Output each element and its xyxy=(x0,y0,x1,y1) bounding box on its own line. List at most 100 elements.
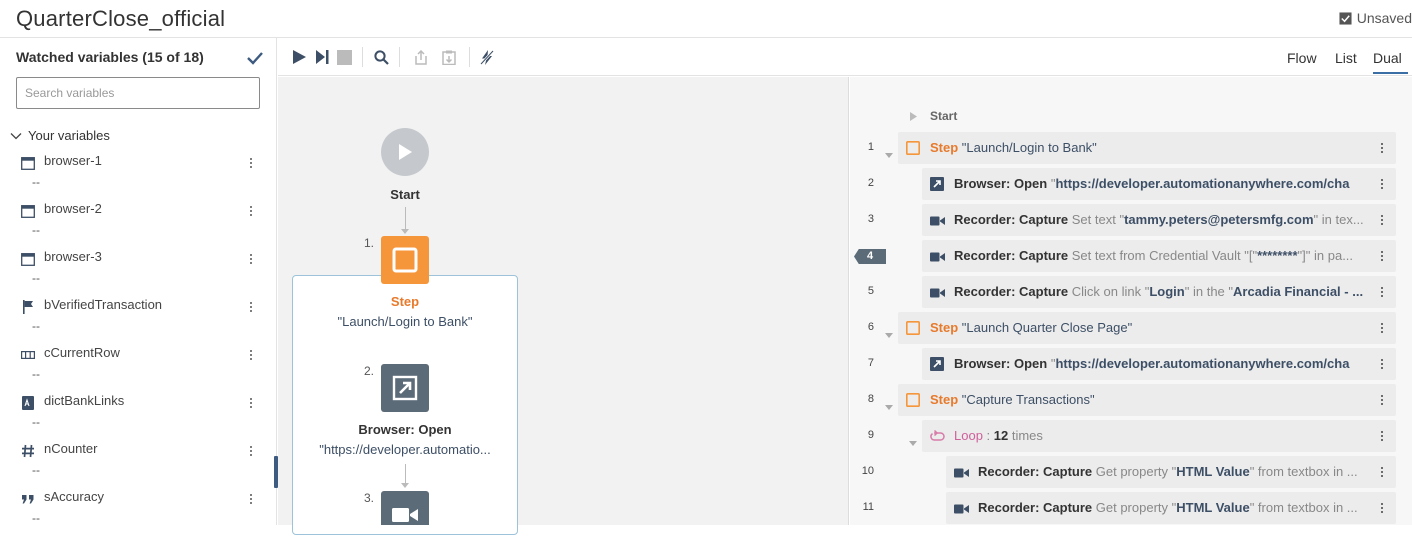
action-label: Loop xyxy=(954,428,983,443)
action-label: Browser: Open xyxy=(954,176,1048,191)
variable-menu-button[interactable] xyxy=(245,395,257,411)
collapse-caret-icon[interactable] xyxy=(885,145,893,158)
variable-value: -- xyxy=(32,463,40,477)
browser-open-node[interactable] xyxy=(381,364,429,412)
disable-button[interactable] xyxy=(479,49,495,65)
action-post: " in the " xyxy=(1184,284,1234,299)
line-number: 5 xyxy=(867,285,874,297)
tab-dual[interactable]: Dual xyxy=(1373,50,1408,74)
your-variables-toggle[interactable]: Your variables xyxy=(10,128,110,143)
loop-icon xyxy=(930,429,945,443)
step-name: "Capture Transactions" xyxy=(961,392,1095,407)
list-view-panel: Start 1 Step "Launch/Login to Bank" 2 Brows… xyxy=(850,77,1412,525)
step3-number: 3. xyxy=(364,491,375,505)
export-icon xyxy=(415,49,427,65)
row-menu-button[interactable] xyxy=(1380,212,1384,228)
variable-name: browser-2 xyxy=(44,201,102,216)
row-menu-button[interactable] xyxy=(1380,248,1384,264)
action-row[interactable]: Recorder: Capture Click on link "Login" … xyxy=(922,276,1396,308)
variable-menu-button[interactable] xyxy=(245,443,257,459)
action-row[interactable]: Step "Capture Transactions" xyxy=(898,384,1396,416)
search-button[interactable] xyxy=(373,49,389,65)
row-menu-button[interactable] xyxy=(1380,392,1384,408)
row-menu-button[interactable] xyxy=(1380,176,1384,192)
import-button[interactable] xyxy=(441,49,457,65)
line-number: 11 xyxy=(862,501,874,513)
variable-menu-button[interactable] xyxy=(245,251,257,267)
variable-menu-button[interactable] xyxy=(245,491,257,507)
line-number: 10 xyxy=(861,465,874,477)
action-row[interactable]: Recorder: Capture Get property "HTML Val… xyxy=(946,492,1396,524)
variable-item[interactable]: bVerifiedTransaction -- xyxy=(20,297,270,345)
variable-name: sAccuracy xyxy=(44,489,104,504)
variable-value: -- xyxy=(32,319,40,333)
export-button[interactable] xyxy=(413,49,429,65)
variable-menu-button[interactable] xyxy=(245,155,257,171)
action-row[interactable]: Recorder: Capture Set text from Credenti… xyxy=(922,240,1396,272)
variable-item[interactable]: cCurrentRow -- xyxy=(20,345,270,393)
step2-number: 2. xyxy=(364,364,375,378)
video-camera-icon xyxy=(930,285,945,299)
row-menu-button[interactable] xyxy=(1380,464,1384,480)
row-menu-button[interactable] xyxy=(1380,500,1384,516)
variable-item[interactable]: browser-3 -- xyxy=(20,249,270,297)
row-menu-button[interactable] xyxy=(1380,356,1384,372)
panel-splitter[interactable] xyxy=(274,456,278,488)
step-button[interactable] xyxy=(314,49,330,65)
row-menu-button[interactable] xyxy=(1380,320,1384,336)
title-bar: QuarterClose_official Unsaved xyxy=(0,0,1412,38)
recorder-node[interactable] xyxy=(381,491,429,525)
collapse-caret-icon[interactable] xyxy=(885,325,893,338)
variable-item[interactable]: browser-1 -- xyxy=(20,153,270,201)
step-name: "Launch/Login to Bank" xyxy=(961,140,1097,155)
start-node-label: Start xyxy=(390,187,420,202)
variable-item[interactable]: nCounter -- xyxy=(20,441,270,489)
action-row[interactable]: Browser: Open "https://developer.automat… xyxy=(922,168,1396,200)
variable-menu-button[interactable] xyxy=(245,299,257,315)
action-label: Browser: Open xyxy=(954,356,1048,371)
variable-item[interactable]: browser-2 -- xyxy=(20,201,270,249)
action-row[interactable]: Browser: Open "https://developer.automat… xyxy=(922,348,1396,380)
variable-menu-button[interactable] xyxy=(245,203,257,219)
run-button[interactable] xyxy=(291,49,307,65)
line-number: 4 xyxy=(854,249,886,264)
search-variables-input[interactable] xyxy=(16,77,260,109)
row-icon xyxy=(20,348,35,362)
tab-flow[interactable]: Flow xyxy=(1287,50,1317,66)
collapse-caret-icon[interactable] xyxy=(885,397,893,410)
action-highlight: 12 xyxy=(993,428,1009,443)
variable-menu-button[interactable] xyxy=(245,347,257,363)
row-menu-button[interactable] xyxy=(1380,140,1384,156)
row-menu-button[interactable] xyxy=(1380,428,1384,444)
step-forward-icon xyxy=(316,50,329,64)
unsaved-indicator: Unsaved xyxy=(1339,10,1412,26)
variable-name: nCounter xyxy=(44,441,98,456)
action-row[interactable]: Recorder: Capture Get property "HTML Val… xyxy=(946,456,1396,488)
step-node-1[interactable] xyxy=(381,236,429,284)
row-menu-button[interactable] xyxy=(1380,284,1384,300)
action-label: Step xyxy=(930,392,959,407)
collapse-caret-icon[interactable] xyxy=(909,433,917,446)
flash-off-icon xyxy=(480,49,494,65)
flow-canvas: Start 1. Step "Launch/Login to Bank" 2. … xyxy=(278,77,849,535)
external-link-icon xyxy=(392,375,418,401)
variable-item[interactable]: dictBankLinks -- xyxy=(20,393,270,441)
dictionary-icon xyxy=(20,396,35,410)
checkmark-icon[interactable] xyxy=(247,51,263,65)
list-start-label: Start xyxy=(930,109,958,123)
action-post: " from textbox in ... xyxy=(1249,500,1358,515)
action-row[interactable]: Recorder: Capture Set text "tammy.peters… xyxy=(922,204,1396,236)
action-text: Recorder: Capture Set text "tammy.peters… xyxy=(954,212,1366,227)
step2-detail: "https://developer.automatio... xyxy=(319,442,491,457)
variable-value: -- xyxy=(32,367,40,381)
search-icon xyxy=(373,49,389,65)
step-square-icon xyxy=(392,247,418,273)
stop-button[interactable] xyxy=(336,49,352,65)
variable-item[interactable]: sAccuracy -- xyxy=(20,489,270,537)
action-row[interactable]: Step "Launch Quarter Close Page" xyxy=(898,312,1396,344)
action-row[interactable]: Loop : 12 times xyxy=(922,420,1396,452)
start-node[interactable] xyxy=(381,128,429,176)
start-caret-icon xyxy=(910,112,917,121)
action-row[interactable]: Step "Launch/Login to Bank" xyxy=(898,132,1396,164)
tab-list[interactable]: List xyxy=(1335,50,1357,66)
